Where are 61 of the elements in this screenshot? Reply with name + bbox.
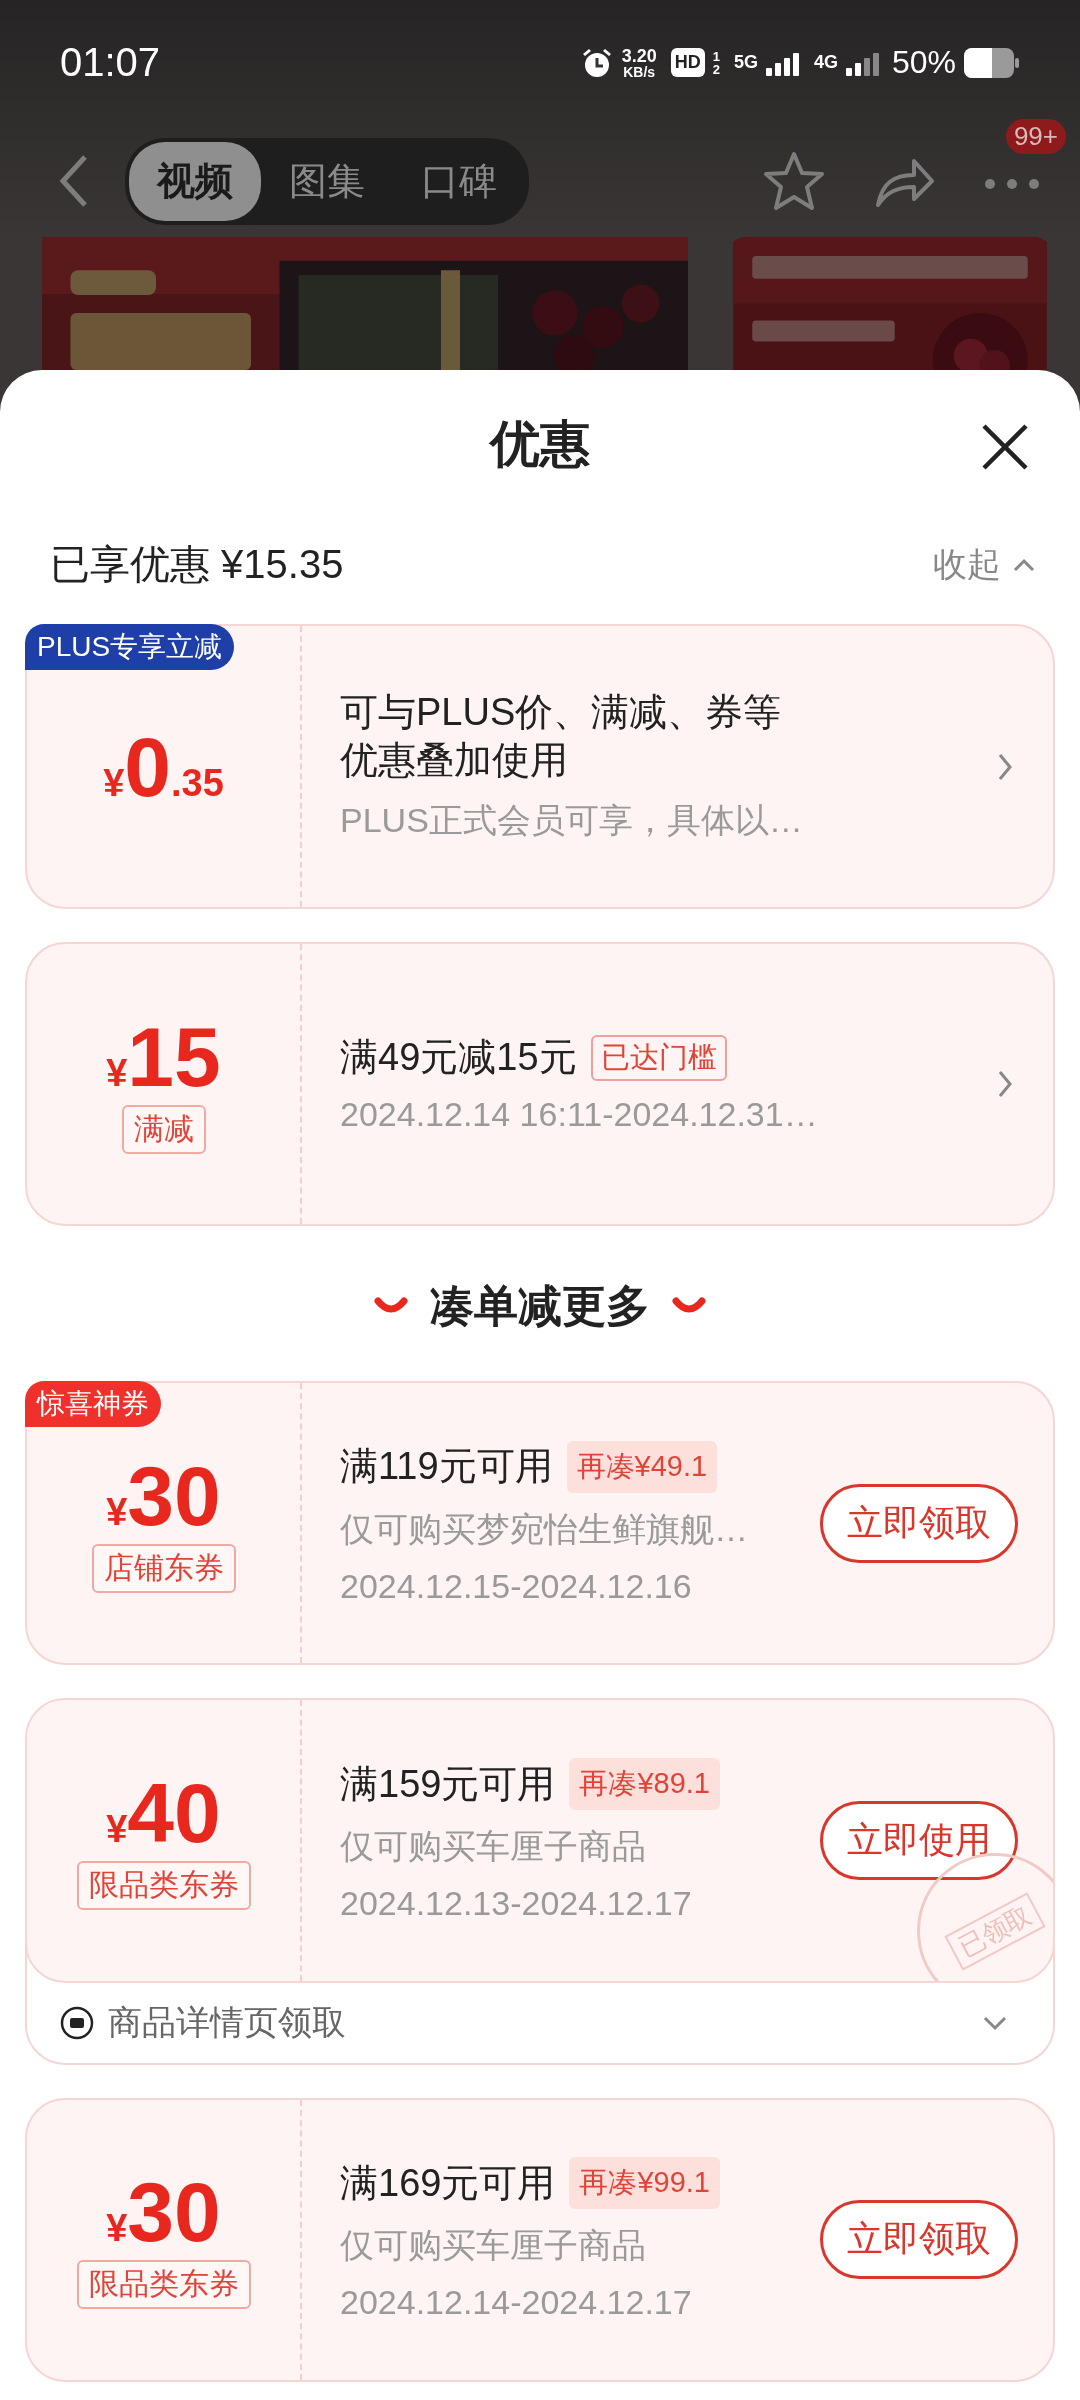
media-tab[interactable]: 口碑 (393, 141, 525, 221)
shortfall-badge: 再凑¥49.1 (566, 1440, 718, 1493)
network-label: 4G (813, 52, 838, 73)
shortfall-badge: 再凑¥99.1 (569, 2157, 720, 2210)
source-row[interactable]: 商品详情页领取 (27, 1983, 1053, 2063)
discount-title: 可与PLUS价、满减、券等优惠叠加使用 (340, 690, 783, 783)
chevron-right-icon[interactable] (997, 1069, 1013, 1100)
coupon-scope: 仅可购买梦宛怡生鲜旗舰… (340, 1508, 749, 1550)
battery-icon (964, 47, 1020, 78)
validity-dates: 2024.12.14-2024.12.17 (340, 2283, 693, 2323)
discount-amount: ¥0.35 (103, 724, 224, 809)
discount-amount: ¥30 (106, 2170, 221, 2255)
discount-detail: PLUS正式会员可享，具体以… (340, 800, 804, 842)
section-title: 凑单减更多 (430, 1279, 650, 1332)
hd-badge: HD (670, 48, 705, 77)
count-badge: 99+ (1005, 119, 1066, 154)
sheet-title: 优惠 (490, 415, 590, 475)
network-speed: 3.20 (621, 46, 657, 65)
source-label: 商品详情页领取 (108, 2002, 346, 2044)
validity-dates: 2024.12.15-2024.12.16 (340, 1566, 693, 1606)
coupon-scope: 仅可购买车厘子商品 (340, 1826, 647, 1868)
validity-dates: 2024.12.13-2024.12.17 (340, 1884, 693, 1924)
claim-button[interactable]: 立即使用 (820, 1801, 1018, 1881)
chevron-right-icon[interactable] (997, 751, 1013, 782)
plus-ribbon: PLUS专享立减 (25, 624, 235, 671)
discount-card[interactable]: PLUS专享立减 ¥0.35 可与PLUS价、满减、券等优惠叠加使用 PLUS正式会员可享，具体以… (25, 624, 1055, 909)
coupon-type-tag: 满减 (121, 1104, 206, 1154)
clock-time: 01:07 (60, 40, 161, 85)
discount-card[interactable]: ¥15 满减 满49元减15元 已达门槛 2024.12.14 16:11-2024.12.31… (25, 941, 1055, 1227)
more-icon[interactable] (984, 177, 1040, 191)
discount-title: 满49元减15元 (340, 1034, 577, 1080)
promo-ribbon: 惊喜神券 (25, 1381, 161, 1427)
media-tab[interactable]: 视频 (129, 141, 261, 221)
coupon-type-tag: 店铺东券 (91, 1543, 236, 1593)
coupon-title: 满119元可用 (340, 1443, 553, 1489)
coupon-type-tag: 限品类东券 (76, 2260, 251, 2310)
media-tab[interactable]: 图集 (261, 141, 393, 221)
claim-button[interactable]: 立即领取 (820, 1483, 1018, 1563)
savings-total: 已享优惠 ¥15.35 (50, 541, 344, 589)
chevron-down-icon (982, 2015, 1008, 2032)
sim-label: 1 (712, 49, 720, 63)
discount-amount: ¥40 (106, 1771, 221, 1856)
coupon-title: 满169元可用 (340, 2160, 556, 2206)
coupon-scope: 仅可购买车厘子商品 (340, 2225, 647, 2267)
discount-amount: ¥30 (106, 1453, 221, 1538)
status-badge: 已达门槛 (590, 1034, 727, 1081)
close-icon[interactable] (980, 422, 1030, 472)
network-label: 5G (733, 52, 758, 73)
collapse-link[interactable]: 收起 (933, 541, 1035, 588)
shortfall-badge: 再凑¥89.1 (569, 1758, 720, 1811)
caret-icon (1013, 557, 1035, 572)
battery-percent: 50% (891, 44, 956, 81)
sim-label: 2 (712, 62, 720, 76)
discount-detail: 2024.12.14 16:11-2024.12.31… (340, 1095, 819, 1135)
speed-unit: KB/s (623, 64, 656, 79)
coupon-type-tag: 限品类东券 (76, 1861, 251, 1911)
discount-amount: ¥15 (106, 1014, 221, 1099)
ticket-icon (60, 2006, 94, 2041)
star-icon[interactable] (762, 150, 826, 212)
claim-button[interactable]: 立即领取 (820, 2200, 1018, 2280)
coupon-title: 满159元可用 (340, 1761, 556, 1807)
